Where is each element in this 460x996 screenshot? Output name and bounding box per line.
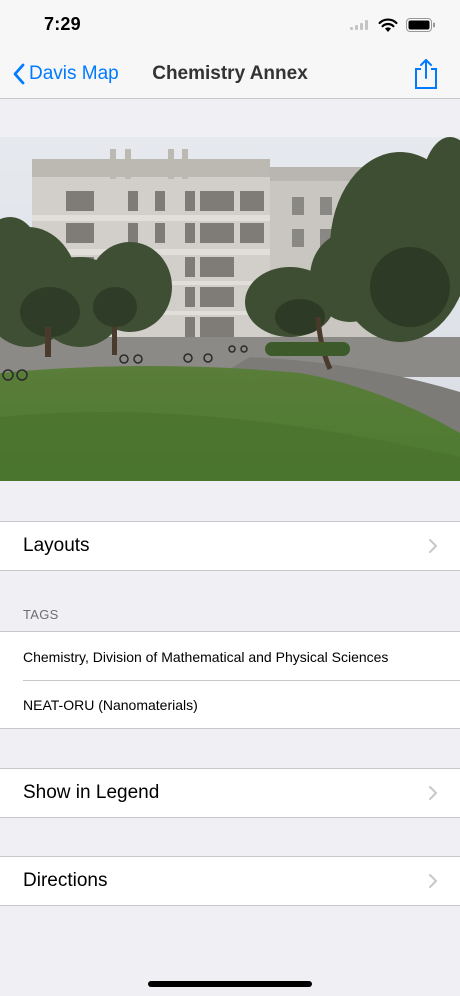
page-title: Chemistry Annex xyxy=(152,63,308,84)
status-bar: 7:29 xyxy=(0,0,460,50)
signal-icon xyxy=(350,20,368,30)
tag-label: Chemistry, Division of Mathematical and … xyxy=(23,648,389,665)
tag-row[interactable]: NEAT-ORU (Nanomaterials) xyxy=(0,681,460,729)
building-photo xyxy=(0,137,460,481)
chevron-right-icon xyxy=(429,786,437,800)
chevron-right-icon xyxy=(429,539,437,553)
chevron-right-icon xyxy=(429,874,437,888)
show-in-legend-label: Show in Legend xyxy=(23,782,160,803)
home-indicator[interactable] xyxy=(148,981,312,987)
battery-icon xyxy=(406,18,435,32)
share-button[interactable] xyxy=(412,58,440,90)
layouts-label: Layouts xyxy=(23,535,90,556)
share-icon xyxy=(415,59,437,89)
tags-section-header: TAGS xyxy=(23,607,59,622)
directions-row[interactable]: Directions xyxy=(0,856,460,906)
layouts-row[interactable]: Layouts xyxy=(0,521,460,571)
navigation-bar: Davis Map Chemistry Annex xyxy=(0,50,460,99)
building-photo-image xyxy=(0,137,460,481)
status-time: 7:29 xyxy=(44,14,81,34)
tag-row[interactable]: Chemistry, Division of Mathematical and … xyxy=(0,631,460,681)
directions-label: Directions xyxy=(23,870,108,891)
show-in-legend-row[interactable]: Show in Legend xyxy=(0,768,460,818)
tag-label: NEAT-ORU (Nanomaterials) xyxy=(23,696,198,713)
status-icons xyxy=(350,16,436,34)
wifi-icon xyxy=(378,18,398,32)
